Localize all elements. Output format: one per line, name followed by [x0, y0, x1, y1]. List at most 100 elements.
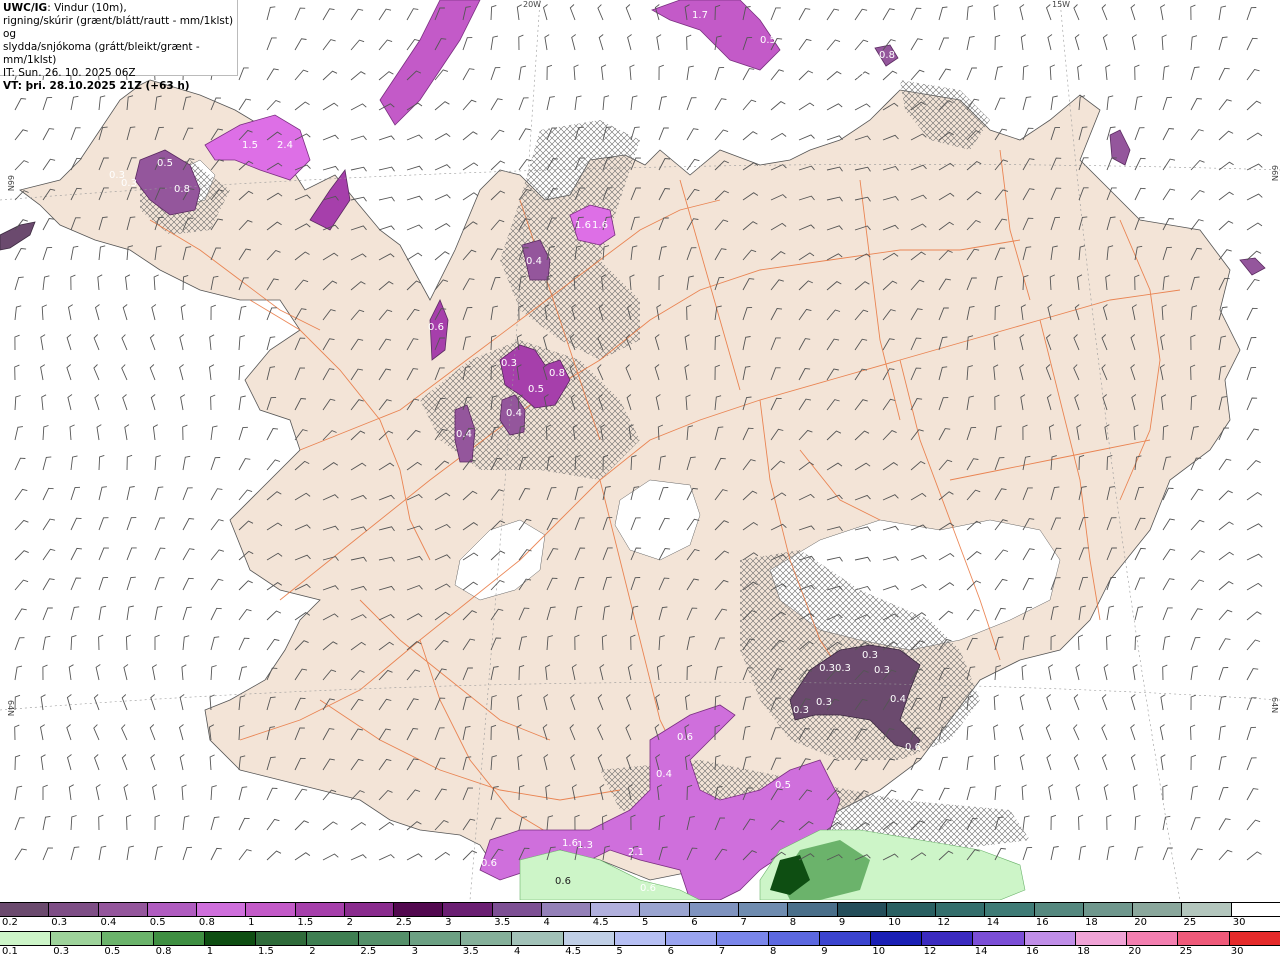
legend-rain-label: 0.8 [155, 946, 172, 957]
precip-value-label: 0.8 [879, 50, 895, 61]
legend-rain-label: 14 [974, 946, 988, 957]
legend-rain-label: 2.5 [360, 946, 377, 957]
legend-rain-swatch [973, 932, 1025, 945]
legend-rain-label: 0.1 [2, 946, 18, 957]
legend-snow-label: 4 [543, 917, 550, 928]
legend-rain-swatch [819, 932, 871, 945]
legend-rain-swatch [1127, 932, 1179, 945]
precip-value-label: 1.5 [242, 140, 258, 151]
legend-snow-swatch [591, 903, 641, 916]
precip-value-label: 0.3 [874, 665, 890, 676]
legend-snow-label: 0.2 [2, 917, 18, 928]
legend-rain-swatches [0, 931, 1280, 946]
legend-snow-swatch [98, 903, 148, 916]
legend-rain-label: 9 [821, 946, 828, 957]
legend-rain-label: 7 [718, 946, 726, 957]
precip-value-label: 0.4 [506, 408, 522, 419]
legend-snow-label: 10 [888, 917, 901, 928]
legend-snow-label: 30 [1232, 917, 1246, 928]
precip-value-label: 0.5 [849, 70, 865, 81]
legend-snow-label: 0.3 [51, 917, 68, 928]
legend-snow-swatch [197, 903, 247, 916]
precip-value-label: 0.6 [428, 322, 444, 333]
legend-snow-swatch [147, 903, 198, 916]
precip-value-label: 0.3 [121, 178, 137, 189]
model-name: UWC/IG [3, 2, 48, 14]
legend-rain-label: 6 [667, 946, 674, 957]
legend-snow-label: 2 [346, 917, 353, 928]
info-valid-time: VT: þri. 28.10.2025 21Z (+63 h) [3, 80, 190, 92]
precip-value-label: 0.30.3 [819, 663, 851, 674]
legend-rain-swatch [563, 932, 615, 945]
legend-snow-label: 16 [1035, 917, 1049, 928]
legend-rain-label: 16 [1026, 946, 1039, 957]
legend-rain-swatch [1024, 932, 1076, 945]
precip-value-label: 0.5 [528, 384, 544, 395]
precip-value-label: 1.6 [575, 220, 591, 231]
legend-snow-label: 2.5 [395, 917, 412, 928]
legend-rain-swatch [1229, 932, 1280, 945]
legend-rain-swatch [1178, 932, 1230, 945]
precip-value-label: 1.3 [577, 840, 593, 851]
legend-rain-swatch [1075, 932, 1128, 945]
precip-value-label: 1.6 [592, 220, 608, 231]
precip-value-label: 0.4 [526, 256, 542, 267]
legend-snow-label: 12 [937, 917, 951, 928]
legend-rain-swatch [102, 932, 154, 945]
legend-snow-label: 18 [1085, 917, 1098, 928]
precip-value-label: 0.5 [775, 780, 791, 791]
legend-rain-label: 8 [770, 946, 777, 957]
legend-rain-swatch [666, 932, 718, 945]
legend-rain-label: 25 [1179, 946, 1193, 957]
precip-value-label: 2.4 [277, 140, 293, 151]
legend-rain-swatch [870, 932, 923, 945]
legend-snow-swatch [640, 903, 690, 916]
grid-label-20w: 20W [523, 0, 541, 9]
legend-snow-label: 0.8 [198, 917, 215, 928]
legend-snow-label: 4.5 [592, 917, 609, 928]
legend-rain-label: 20 [1128, 946, 1142, 957]
legend-snow-swatch [394, 903, 444, 916]
legend-snow-swatch [1133, 903, 1183, 916]
precip-value-label: 0.8 [174, 184, 190, 195]
legend-snow-swatch [492, 903, 542, 916]
grid-label-66n-right: 66N [1270, 165, 1279, 181]
legend-snow-swatch [246, 903, 296, 916]
legend-snow-label: 6 [691, 917, 698, 928]
legend-snow-swatch [1083, 903, 1134, 916]
legend-snow-label: 20 [1134, 917, 1148, 928]
legend-rain-swatch [0, 932, 52, 945]
legend-snow-label: 9 [838, 917, 846, 928]
legend-snow-label: 0.4 [100, 917, 117, 928]
legend-rain-label: 1.5 [258, 946, 274, 957]
legend-rain-label: 0.5 [104, 946, 121, 957]
precip-value-label: 0.5 [157, 158, 173, 169]
legend-rain-swatch [614, 932, 667, 945]
precip-value-label: 0.3 [793, 705, 809, 716]
legend-snow-swatch [0, 903, 50, 916]
legend-snow-label: 25 [1183, 917, 1197, 928]
legend-snow: 0.2 0.3 0.4 0.5 0.8 1 1.5 2 2.5 3 3.5 4 4.5 5 6 7 8 9 10 12… [0, 902, 1280, 931]
legend-snow-swatch [443, 903, 493, 916]
info-box: UWC/IG: Vindur (10m), rigning/skúrir (gr… [0, 0, 238, 92]
legend-rain-swatch [512, 932, 564, 945]
legend-rain-label: 30 [1230, 946, 1244, 957]
legend-snow-label: 14 [986, 917, 1000, 928]
legend-snow-label: 8 [789, 917, 797, 928]
legend-snow-swatch [49, 903, 99, 916]
precip-value-label: 0.6 [677, 732, 693, 743]
precip-value-label: 0.6 [481, 858, 497, 869]
precip-value-label: 1.7 [692, 10, 708, 21]
legend-snow-swatch [788, 903, 838, 916]
legend-snow-label: 5 [642, 917, 649, 928]
precip-value-label: 0.4 [456, 429, 472, 440]
legend-rain-swatch [717, 932, 769, 945]
legend-rain-swatch [409, 932, 462, 945]
legend-snow-label: 1 [248, 917, 255, 928]
legend-rain-label: 1 [206, 946, 214, 957]
legend-rain-swatch [256, 932, 308, 945]
legend-rain-swatch [204, 932, 257, 945]
precip-value-label: 0.4 [656, 769, 672, 780]
legend-rain-label: 3 [411, 946, 418, 957]
info-title-line: UWC/IG: Vindur (10m), [3, 2, 234, 15]
